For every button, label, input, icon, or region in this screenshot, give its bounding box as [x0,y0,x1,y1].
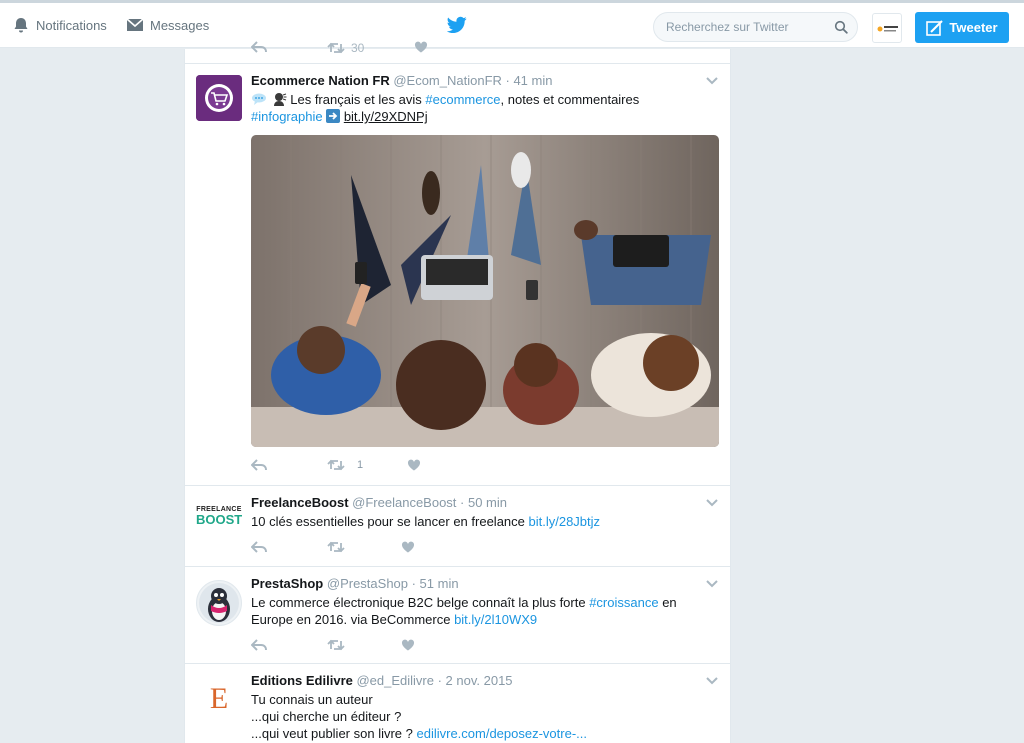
heart-icon[interactable] [414,41,428,53]
freelanceboost-logo: FREELANCE BOOST [196,500,242,527]
tweet-avatar[interactable] [196,75,242,121]
search-box[interactable] [653,12,858,42]
tweet-text-part: Le commerce électronique B2C belge conna… [251,595,590,610]
tweet-button-label: Tweeter [949,20,998,35]
tweet-text-line: ...qui cherche un éditeur ? [251,709,402,724]
previous-tweet-actions: 30 [251,41,428,55]
tweet-meta[interactable]: @FreelanceBoost · 50 min [352,495,507,510]
tweet-author-name[interactable]: PrestaShop [251,576,323,591]
reply-icon[interactable] [251,41,267,53]
reply-icon[interactable] [251,639,267,651]
twitter-bird-icon[interactable] [447,16,467,34]
tweet-meta[interactable]: @ed_Edilivre · 2 nov. 2015 [356,673,512,688]
tweet-text-line: ...qui veut publier son livre ? [251,726,417,741]
retweet-icon [327,42,345,54]
tweet-text: Le commerce électronique B2C belge conna… [251,594,718,628]
tweet-item[interactable]: PrestaShop @PrestaShop · 51 min Le comme… [185,566,730,663]
tweet-item[interactable]: E Editions Edilivre @ed_Edilivre · 2 nov… [185,663,730,743]
tweet-actions [251,541,415,553]
tweet-author-name[interactable]: FreelanceBoost [251,495,349,510]
retweet-action[interactable]: 1 [327,459,363,471]
bell-icon [14,18,28,33]
heart-icon[interactable] [401,639,415,651]
avatar-logo-icon [877,26,898,32]
messages-label: Messages [150,17,210,33]
tweet-text-part: , notes et commentaires [500,92,640,107]
tweet-meta[interactable]: @Ecom_NationFR · 41 min [393,73,552,88]
tweet-text: Les français et les avis #ecommerce, not… [251,91,718,125]
right-arrow-emoji-icon [326,109,341,123]
messages-nav-item[interactable]: Messages [126,16,209,34]
penguin-icon [199,583,239,623]
user-avatar[interactable] [872,13,902,43]
tweet-text-part: Les français et les avis [290,92,426,107]
speaking-head-emoji-icon [271,92,287,106]
compose-quill-icon [926,19,944,36]
edilivre-logo-letter: E [209,682,229,715]
tweet-avatar[interactable]: FREELANCE BOOST [196,500,242,546]
logo-line-2: BOOST [196,512,242,527]
tweet-actions [251,639,415,651]
tweet-item[interactable]: FREELANCE BOOST FreelanceBoost @Freelanc… [185,485,730,566]
retweet-icon [327,459,345,471]
tweet-avatar[interactable] [196,580,242,626]
search-input[interactable] [654,13,824,41]
tweet-avatar[interactable]: E [196,676,242,722]
speech-bubble-emoji-icon [251,92,267,105]
timeline: 30 Ecommerce Nation FR @Ecom_NationFR · … [184,41,731,743]
search-icon[interactable] [834,20,848,34]
envelope-icon [126,18,144,31]
tweet-link[interactable]: bit.ly/2l10WX9 [454,612,537,627]
heart-icon[interactable] [407,459,421,471]
top-navigation-bar: Notifications Messages Tweeter [0,0,1024,48]
tweet-text-part: 10 clés essentielles pour se lancer en f… [251,514,529,529]
reply-icon[interactable] [251,459,267,471]
retweet-icon[interactable] [327,541,345,553]
notifications-nav-item[interactable]: Notifications [12,16,107,34]
tweet-link[interactable]: bit.ly/28Jbtjz [529,514,601,529]
tweet-author-name[interactable]: Editions Edilivre [251,673,353,688]
tweet-link[interactable]: edilivre.com/deposez-votre-... [416,726,587,741]
hashtag-link[interactable]: #ecommerce [425,92,500,107]
notifications-label: Notifications [36,17,107,33]
hashtag-link[interactable]: #infographie [251,109,323,124]
tweet-text: Tu connais un auteur ...qui cherche un é… [251,691,718,742]
retweet-count: 30 [351,41,365,55]
photo-people-with-devices [251,135,719,447]
tweet-author-name[interactable]: Ecommerce Nation FR [251,73,390,88]
tweet-link[interactable]: bit.ly/29XDNPj [344,109,428,124]
tweet-text-line: Tu connais un auteur [251,692,373,707]
hashtag-link[interactable]: #croissance [589,595,658,610]
tweet-text: 10 clés essentielles pour se lancer en f… [251,513,718,530]
retweet-action[interactable]: 30 [327,41,364,55]
tweet-meta[interactable]: @PrestaShop · 51 min [327,576,459,591]
tweet-media-image[interactable] [251,135,719,447]
reply-icon[interactable] [251,541,267,553]
retweet-count: 1 [357,459,364,471]
tweet-item[interactable]: Ecommerce Nation FR @Ecom_NationFR · 41 … [185,63,730,485]
tweet-actions: 1 [251,459,421,471]
retweet-icon[interactable] [327,639,345,651]
shopping-cart-icon [196,75,242,121]
tweet-button[interactable]: Tweeter [915,12,1009,43]
heart-icon[interactable] [401,541,415,553]
